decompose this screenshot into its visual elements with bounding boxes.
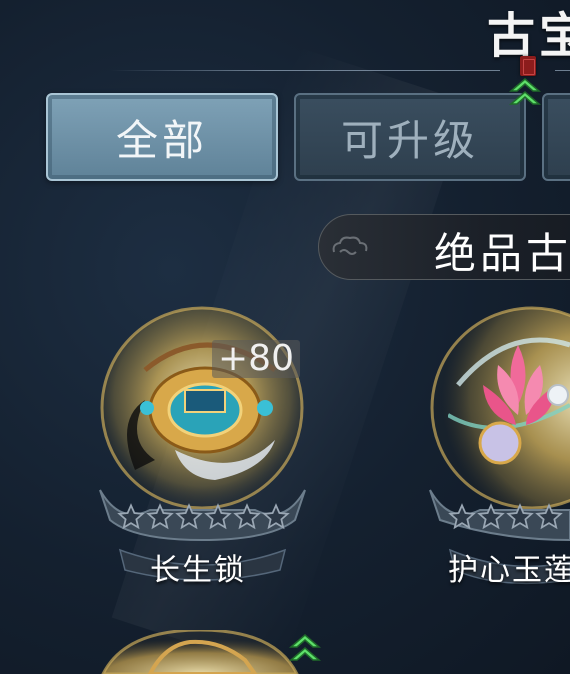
star-icon — [146, 503, 174, 530]
star-rating — [117, 503, 290, 531]
tab-all[interactable]: 全部 — [46, 93, 278, 181]
item-name: 护心玉莲 — [448, 553, 570, 588]
cloud-icon — [332, 236, 368, 255]
star-icon — [204, 503, 232, 530]
star-icon — [233, 503, 261, 530]
star-icon — [117, 503, 145, 530]
upgrade-arrow-icon — [288, 634, 322, 661]
jade-lotus-icon — [448, 337, 570, 465]
section-title: 绝品古 — [434, 229, 570, 278]
title-divider — [110, 70, 500, 71]
star-icon — [477, 503, 505, 530]
star-icon — [448, 503, 476, 530]
star-icon — [506, 503, 534, 530]
star-rating — [448, 503, 563, 531]
title-divider-right — [555, 70, 570, 71]
item-level-badge: +80 — [212, 340, 300, 378]
star-icon — [262, 503, 290, 530]
star-icon — [175, 503, 203, 530]
item-name: 长生锁 — [150, 553, 246, 588]
seal-icon — [520, 56, 536, 76]
item-card-partial[interactable] — [95, 630, 305, 674]
tab-upgradeable[interactable]: 可升级 — [294, 93, 526, 181]
upgrade-arrow-icon — [508, 78, 542, 105]
tab-partial[interactable] — [542, 93, 570, 181]
star-icon — [535, 503, 563, 530]
